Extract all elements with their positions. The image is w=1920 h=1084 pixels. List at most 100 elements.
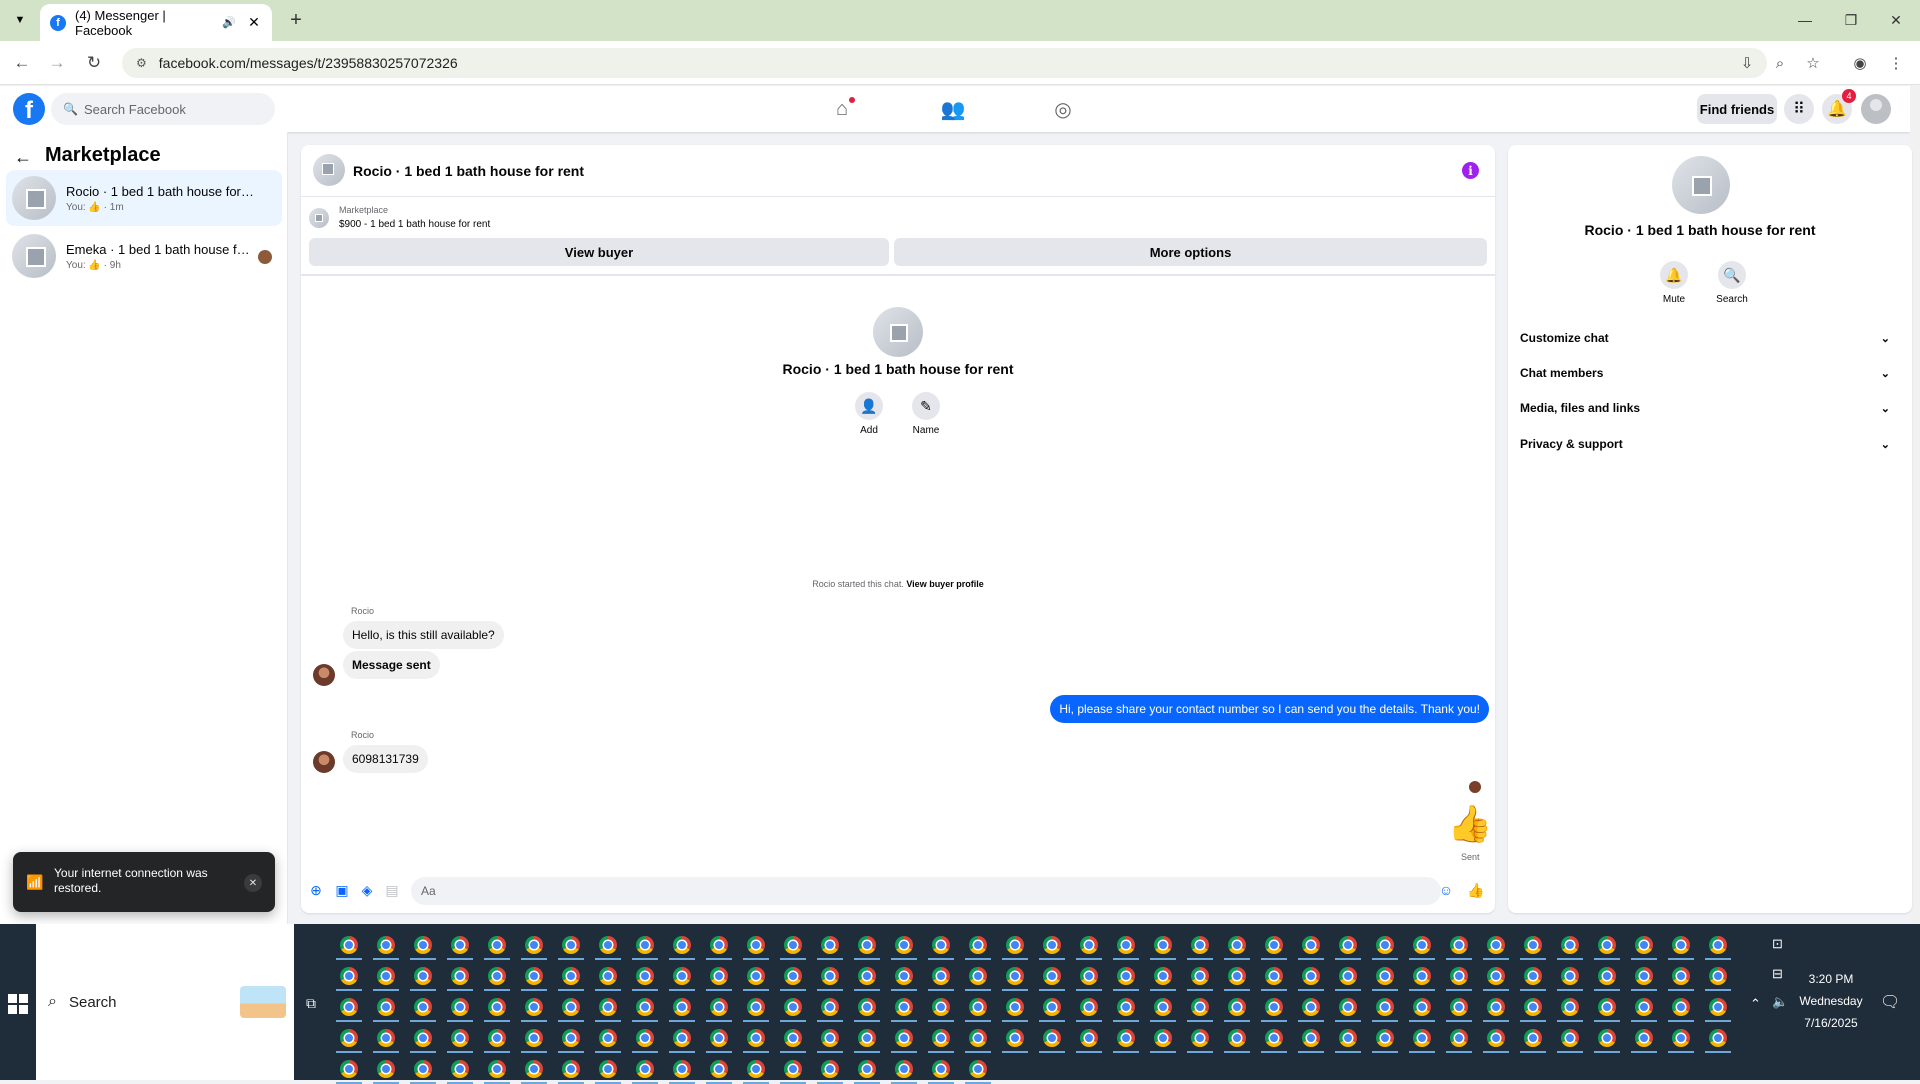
forward-icon[interactable]: →: [44, 50, 70, 76]
chrome-taskbar-icon[interactable]: [1080, 967, 1098, 985]
chrome-taskbar-icon[interactable]: [1413, 1029, 1431, 1047]
chrome-taskbar-icon[interactable]: [673, 998, 691, 1016]
chrome-taskbar-icon[interactable]: [488, 1029, 506, 1047]
chrome-taskbar-icon[interactable]: [1524, 1029, 1542, 1047]
chrome-taskbar-icon[interactable]: [1339, 998, 1357, 1016]
chrome-taskbar-icon[interactable]: [969, 967, 987, 985]
message-bubble-incoming[interactable]: Message sent: [343, 651, 440, 679]
chrome-taskbar-icon[interactable]: [747, 998, 765, 1016]
close-window-icon[interactable]: ✕: [1876, 8, 1916, 32]
chrome-taskbar-icon[interactable]: [1598, 998, 1616, 1016]
chrome-taskbar-icon[interactable]: [932, 967, 950, 985]
close-icon[interactable]: ✕: [244, 874, 262, 892]
chrome-taskbar-icon[interactable]: [895, 967, 913, 985]
chrome-taskbar-icon[interactable]: [784, 967, 802, 985]
chrome-taskbar-icon[interactable]: [821, 967, 839, 985]
chrome-taskbar-icon[interactable]: [1672, 1029, 1690, 1047]
chrome-taskbar-icon[interactable]: [1376, 936, 1394, 954]
chrome-taskbar-icon[interactable]: [784, 1029, 802, 1047]
meet-now-icon[interactable]: ⊡: [1772, 936, 1783, 952]
chrome-taskbar-icon[interactable]: [340, 998, 358, 1016]
conversation-item[interactable]: Rocio · 1 bed 1 bath house for rent You:…: [6, 170, 282, 226]
chrome-taskbar-icon[interactable]: [377, 936, 395, 954]
chrome-taskbar-icon[interactable]: [1154, 936, 1172, 954]
chrome-taskbar-icon[interactable]: [1117, 998, 1135, 1016]
chrome-taskbar-icon[interactable]: [1191, 998, 1209, 1016]
chrome-taskbar-icon[interactable]: [414, 936, 432, 954]
chrome-taskbar-icon[interactable]: [747, 1029, 765, 1047]
chrome-taskbar-icon[interactable]: [784, 1060, 802, 1078]
notification-center-icon[interactable]: 🗨: [1880, 992, 1900, 1012]
restore-icon[interactable]: ❐: [1831, 8, 1871, 32]
chrome-taskbar-icon[interactable]: [1302, 998, 1320, 1016]
photo-icon[interactable]: ▣: [333, 881, 351, 899]
chrome-taskbar-icon[interactable]: [1487, 936, 1505, 954]
network-icon[interactable]: ⊟: [1772, 966, 1783, 982]
chrome-taskbar-icon[interactable]: [1450, 936, 1468, 954]
chrome-taskbar-icon[interactable]: [451, 998, 469, 1016]
chrome-taskbar-icon[interactable]: [377, 998, 395, 1016]
site-info-icon[interactable]: ⚙: [136, 56, 147, 70]
add-member-button[interactable]: 👤 Add: [839, 392, 899, 436]
chrome-taskbar-icon[interactable]: [895, 936, 913, 954]
chrome-taskbar-icon[interactable]: [451, 936, 469, 954]
chat-title[interactable]: Rocio · 1 bed 1 bath house for rent: [353, 163, 584, 179]
chrome-taskbar-icon[interactable]: [1709, 998, 1727, 1016]
chrome-taskbar-icon[interactable]: [932, 936, 950, 954]
chrome-taskbar-icon[interactable]: [1006, 936, 1024, 954]
chrome-taskbar-icon[interactable]: [821, 936, 839, 954]
chrome-taskbar-icon[interactable]: [1672, 967, 1690, 985]
chrome-taskbar-icon[interactable]: [1228, 967, 1246, 985]
chrome-taskbar-icon[interactable]: [710, 936, 728, 954]
chrome-taskbar-icon[interactable]: [525, 967, 543, 985]
chrome-taskbar-icon[interactable]: [1302, 1029, 1320, 1047]
chrome-taskbar-icon[interactable]: [858, 998, 876, 1016]
chrome-taskbar-icon[interactable]: [1709, 1029, 1727, 1047]
chrome-taskbar-icon[interactable]: [858, 967, 876, 985]
chrome-taskbar-icon[interactable]: [1598, 936, 1616, 954]
sender-avatar[interactable]: [313, 664, 335, 686]
chrome-taskbar-icon[interactable]: [1450, 1029, 1468, 1047]
chrome-taskbar-icon[interactable]: [1598, 967, 1616, 985]
chrome-taskbar-icon[interactable]: [1672, 936, 1690, 954]
chrome-taskbar-icon[interactable]: [1598, 1029, 1616, 1047]
thumbs-up-icon[interactable]: 👍: [1448, 802, 1493, 846]
details-profile-photo[interactable]: [1672, 156, 1730, 214]
chrome-taskbar-icon[interactable]: [784, 998, 802, 1016]
chrome-taskbar-icon[interactable]: [599, 1060, 617, 1078]
chrome-taskbar-icon[interactable]: [1302, 967, 1320, 985]
chrome-taskbar-icon[interactable]: [1006, 998, 1024, 1016]
info-icon[interactable]: i: [1462, 162, 1479, 179]
chrome-taskbar-icon[interactable]: [858, 936, 876, 954]
chrome-taskbar-icon[interactable]: [562, 1060, 580, 1078]
windows-start-icon[interactable]: [8, 994, 28, 1014]
chrome-taskbar-icon[interactable]: [1635, 967, 1653, 985]
chrome-taskbar-icon[interactable]: [414, 967, 432, 985]
chrome-taskbar-icon[interactable]: [377, 1060, 395, 1078]
chrome-taskbar-icon[interactable]: [747, 967, 765, 985]
back-icon[interactable]: ←: [9, 50, 35, 76]
chrome-taskbar-icon[interactable]: [821, 1029, 839, 1047]
message-bubble-incoming[interactable]: Hello, is this still available?: [343, 621, 504, 649]
chrome-taskbar-icon[interactable]: [599, 936, 617, 954]
find-friends-button[interactable]: Find friends: [1697, 94, 1777, 124]
chrome-taskbar-icon[interactable]: [488, 967, 506, 985]
chrome-taskbar-icon[interactable]: [858, 1060, 876, 1078]
chrome-taskbar-icon[interactable]: [525, 1029, 543, 1047]
chrome-taskbar-icon[interactable]: [932, 998, 950, 1016]
chrome-taskbar-icon[interactable]: [1228, 936, 1246, 954]
chrome-taskbar-icon[interactable]: [340, 967, 358, 985]
chrome-taskbar-icon[interactable]: [673, 1060, 691, 1078]
chrome-taskbar-icon[interactable]: [1561, 998, 1579, 1016]
chat-profile-photo[interactable]: [873, 307, 923, 357]
chrome-taskbar-icon[interactable]: [1413, 998, 1431, 1016]
edit-name-button[interactable]: ✎ Name: [896, 392, 956, 436]
chrome-taskbar-icon[interactable]: [1043, 998, 1061, 1016]
chrome-taskbar-icon[interactable]: [969, 1029, 987, 1047]
chrome-taskbar-icon[interactable]: [969, 936, 987, 954]
chrome-taskbar-icon[interactable]: [1302, 936, 1320, 954]
chrome-taskbar-icon[interactable]: [377, 967, 395, 985]
chrome-taskbar-icon[interactable]: [1191, 967, 1209, 985]
chrome-taskbar-icon[interactable]: [414, 1060, 432, 1078]
section-privacy-support[interactable]: Privacy & support ⌄: [1520, 429, 1890, 459]
